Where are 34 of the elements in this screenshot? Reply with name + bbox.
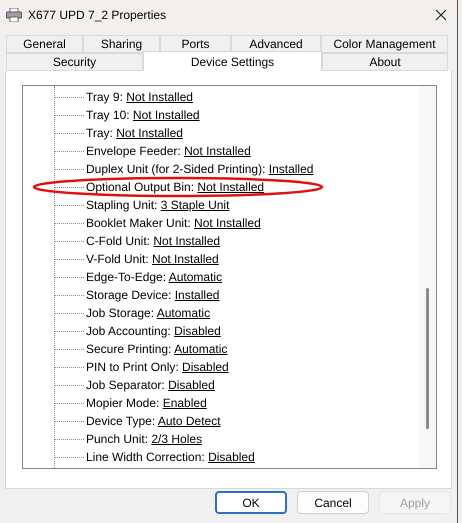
tree-item[interactable]: Edge-To-Edge: Automatic — [86, 268, 222, 286]
tree-item[interactable]: Device Type: Auto Detect — [86, 412, 221, 430]
tree-item[interactable]: Tray: Not Installed — [86, 124, 183, 142]
scrollbar-thumb[interactable] — [426, 288, 429, 429]
tree-item[interactable]: Tray 9: Not Installed — [86, 88, 193, 106]
tree-item[interactable]: Job Accounting: Disabled — [86, 322, 221, 340]
dialog-button[interactable]: OK — [215, 491, 287, 514]
tree-item[interactable]: Line Width Correction: Disabled — [86, 448, 255, 466]
window-title: X677 UPD 7_2 Properties — [28, 7, 166, 24]
close-icon[interactable] — [435, 9, 447, 21]
tree-item[interactable]: Job Separator: Disabled — [86, 376, 215, 394]
scrollbar[interactable] — [419, 86, 436, 468]
tree-item[interactable]: Duplex Unit (for 2-Sided Printing): Installed — [86, 160, 314, 178]
tree-item[interactable]: Storage Device: Installed — [86, 286, 220, 304]
dialog-button[interactable]: Cancel — [297, 491, 369, 514]
tree-item[interactable]: C-Fold Unit: Not Installed — [86, 232, 220, 250]
tab[interactable]: Sharing — [83, 35, 160, 53]
tab[interactable]: Security — [6, 53, 143, 71]
printer-icon — [6, 8, 22, 22]
tree-item[interactable]: V-Fold Unit: Not Installed — [86, 250, 219, 268]
tree-item[interactable]: Optional Output Bin: Not Installed — [86, 178, 264, 196]
tree-item[interactable]: Mopier Mode: Enabled — [86, 394, 207, 412]
tree-item[interactable]: Secure Printing: Automatic — [86, 340, 228, 358]
tree-item[interactable]: PIN to Print Only: Disabled — [86, 358, 229, 376]
tab[interactable]: General — [6, 35, 83, 53]
tree-item[interactable]: Stapling Unit: 3 Staple Unit — [86, 196, 230, 214]
tree-item[interactable]: Job Storage: Automatic — [86, 304, 210, 322]
tab[interactable]: Color Management — [321, 35, 448, 53]
tab[interactable]: Device Settings — [143, 51, 322, 71]
tree-item[interactable]: Booklet Maker Unit: Not Installed — [86, 214, 261, 232]
tree-item[interactable]: Tray 10: Not Installed — [86, 106, 200, 124]
tab[interactable]: About — [322, 53, 448, 71]
tree-item[interactable]: Punch Unit: 2/3 Holes — [86, 430, 202, 448]
tree-item[interactable]: Envelope Feeder: Not Installed — [86, 142, 251, 160]
